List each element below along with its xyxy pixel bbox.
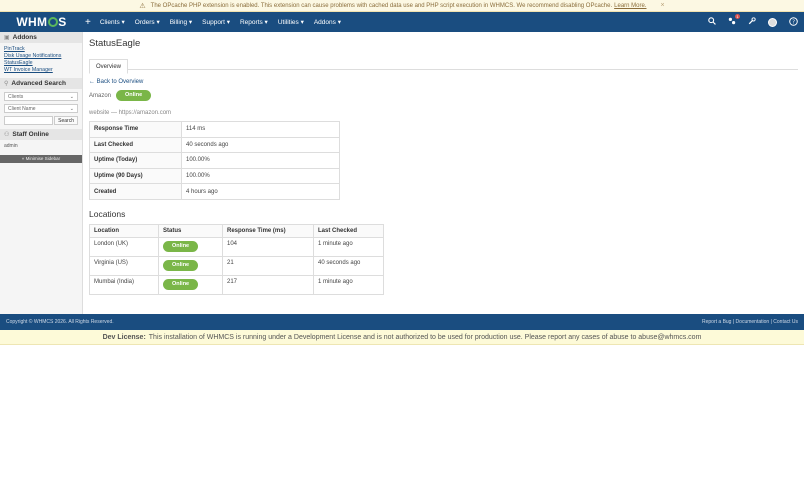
svg-text:?: ? [792, 19, 795, 25]
copyright-text: Copyright © WHMCS 2026. All Rights Reser… [6, 319, 114, 325]
search-icon[interactable] [708, 17, 716, 27]
minimize-sidebar-button[interactable]: « Minimise Sidebar [0, 155, 82, 163]
whmcs-logo[interactable]: WHM S [0, 15, 83, 29]
monitor-info-table: Response Time 114 ms Last Checked 40 secon… [89, 121, 340, 200]
wrench-icon[interactable] [748, 17, 756, 27]
opcache-warning-bar: ⚠ The OPcache PHP extension is enabled. … [0, 0, 804, 12]
table-row: Created 4 hours ago [89, 183, 340, 200]
users-icon: ⚇ [4, 132, 10, 138]
search-input[interactable] [4, 116, 54, 125]
help-icon[interactable]: ? [789, 16, 798, 28]
sidebar: ▣ Addons PinTrack Disk Usage Notificatio… [0, 32, 83, 314]
status-badge: Online [163, 278, 199, 290]
contact-us-link[interactable]: Contact Us [773, 319, 798, 325]
monitor-header: Amazon Online [89, 90, 798, 101]
chevron-down-icon: ⌄ [69, 93, 74, 100]
nav-clients[interactable]: Clients ▾ [100, 18, 125, 26]
table-row: Mumbai (India) Online 217 1 minute ago [89, 274, 384, 295]
navbar-actions: 1 ? [708, 14, 798, 28]
top-navbar: WHM S + Clients ▾ Orders ▾ Billing ▾ Supp… [0, 12, 804, 32]
footer-links: Report a Bug | Documentation | Contact U… [702, 319, 798, 325]
sidebar-link-wt-invoice[interactable]: WT Invoice Manager [4, 67, 78, 74]
report-bug-link[interactable]: Report a Bug [702, 319, 731, 325]
search-field-select[interactable]: Client Name ⌄ [4, 104, 78, 113]
search-button[interactable]: Search [54, 116, 78, 125]
column-header: Status [158, 223, 223, 238]
status-badge: Online [116, 90, 152, 101]
tab-overview[interactable]: Overview [89, 59, 129, 74]
close-icon[interactable]: × [661, 2, 665, 9]
chevron-down-icon: ⌄ [69, 105, 74, 112]
binoculars-icon: ⚲ [4, 81, 9, 87]
sidebar-link-pintrack[interactable]: PinTrack [4, 46, 78, 53]
table-row: Response Time 114 ms [89, 121, 340, 138]
table-row: Uptime (90 Days) 100.00% [89, 167, 340, 185]
dev-license-text: This installation of WHMCS is running un… [148, 333, 702, 341]
table-row: Last Checked 40 seconds ago [89, 136, 340, 154]
tab-bar: Overview [89, 55, 798, 74]
advanced-search-header: ⚲ Advanced Search [0, 78, 82, 89]
warning-icon: ⚠ [139, 2, 146, 10]
nav-reports[interactable]: Reports ▾ [240, 18, 268, 26]
search-row: Search [4, 116, 78, 125]
notification-badge: 1 [735, 14, 740, 19]
page-title: StatusEagle [89, 38, 141, 49]
nav-orders[interactable]: Orders ▾ [135, 18, 160, 26]
add-new-button[interactable]: + [85, 17, 91, 28]
warning-text: The OPcache PHP extension is enabled. Th… [150, 2, 613, 9]
nav-support[interactable]: Support ▾ [202, 18, 230, 26]
table-header-row: Location Status Response Time (ms) Last … [89, 223, 384, 238]
avatar[interactable] [768, 17, 777, 27]
logo-circle-icon [47, 17, 58, 27]
main-content: StatusEagle Overview ← Back to Overview … [83, 32, 804, 314]
table-row: Virginia (US) Online 21 40 seconds ago [89, 255, 384, 276]
search-type-select[interactable]: Clients ⌄ [4, 92, 78, 101]
documentation-link[interactable]: Documentation [736, 319, 770, 325]
locations-title: Locations [89, 208, 126, 219]
table-row: Uptime (Today) 100.00% [89, 152, 340, 169]
column-header: Last Checked [313, 223, 384, 238]
monitor-url: website — https://amazon.com [89, 110, 172, 116]
column-header: Response Time (ms) [222, 223, 314, 238]
addons-panel-header: ▣ Addons [0, 32, 82, 43]
monitor-name: Amazon [89, 92, 112, 99]
footer: Copyright © WHMCS 2026. All Rights Reser… [0, 314, 804, 330]
sidebar-link-disk-usage[interactable]: Disk Usage Notifications [4, 53, 78, 60]
table-row: London (UK) Online 104 1 minute ago [89, 236, 384, 257]
dev-license-label: Dev License: [102, 333, 146, 341]
staff-name: admin [4, 143, 18, 149]
back-to-overview-link[interactable]: ← Back to Overview [89, 79, 798, 85]
nav-utilities[interactable]: Utilities ▾ [278, 18, 304, 26]
sidebar-link-statuseagle[interactable]: StatusEagle [4, 60, 78, 67]
status-badge: Online [163, 240, 199, 252]
staff-online-header: ⚇ Staff Online [0, 129, 82, 140]
nav-billing[interactable]: Billing ▾ [170, 18, 192, 26]
addons-list: PinTrack Disk Usage Notifications Status… [0, 43, 82, 78]
cube-icon: ▣ [4, 35, 10, 41]
dev-license-bar: Dev License: This installation of WHMCS … [0, 330, 804, 345]
nav-addons[interactable]: Addons ▾ [314, 18, 341, 26]
column-header: Location [89, 223, 159, 238]
status-badge: Online [163, 259, 199, 271]
locations-table: Location Status Response Time (ms) Last … [89, 223, 384, 295]
notifications-icon[interactable]: 1 [728, 14, 740, 27]
learn-more-link[interactable]: Learn More. [614, 3, 646, 9]
